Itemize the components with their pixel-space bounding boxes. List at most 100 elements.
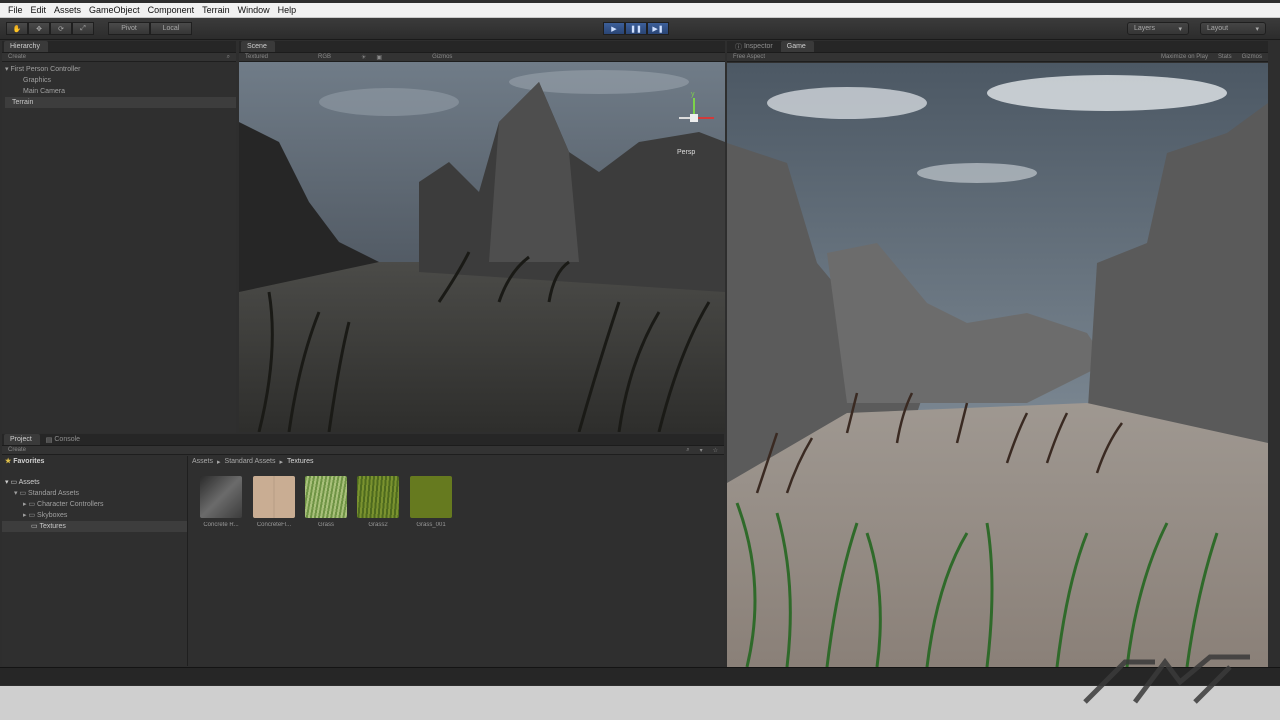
pivot-button[interactable]: Pivot bbox=[108, 22, 150, 35]
folder-row[interactable]: ▸ ▭ Character Controllers bbox=[2, 499, 187, 510]
hierarchy-tabbar: Hierarchy bbox=[2, 41, 236, 53]
game-cloud bbox=[917, 163, 1037, 183]
hierarchy-create-button[interactable]: Create bbox=[8, 54, 26, 60]
filter-icon[interactable]: ▾ bbox=[700, 447, 703, 454]
breadcrumb: Assets ▸ Standard Assets ▸ Textures bbox=[192, 458, 314, 466]
menu-file[interactable]: File bbox=[4, 5, 27, 15]
pause-button[interactable]: ❚❚ bbox=[625, 22, 647, 35]
project-subbar: Create ⌕ ▾ ☆ bbox=[2, 446, 724, 455]
search-icon[interactable]: ⌕ bbox=[227, 54, 230, 61]
folder-icon: ▭ bbox=[31, 523, 38, 530]
tab-game[interactable]: Game bbox=[780, 41, 814, 52]
move-icon: ✥ bbox=[36, 25, 42, 33]
scene-image-icon[interactable]: ▣ bbox=[376, 54, 382, 61]
step-button[interactable]: ▶❚ bbox=[647, 22, 669, 35]
tab-inspector[interactable]: ⓘ Inspector bbox=[729, 41, 781, 52]
maximize-on-play-toggle[interactable]: Maximize on Play bbox=[1161, 54, 1208, 60]
render-mode-dropdown[interactable]: Textured bbox=[245, 54, 268, 60]
game-viewport[interactable] bbox=[727, 63, 1268, 667]
local-button[interactable]: Local bbox=[150, 22, 192, 35]
game-gizmos-dropdown[interactable]: Gizmos bbox=[1242, 54, 1262, 60]
play-icon: ▶ bbox=[611, 25, 617, 33]
menu-gameobject[interactable]: GameObject bbox=[85, 5, 144, 15]
game-cloud bbox=[767, 87, 927, 119]
scene-gizmos-dropdown[interactable]: Gizmos bbox=[432, 54, 452, 60]
folder-icon: ▾ ▭ bbox=[5, 479, 18, 486]
asset-thumbnail bbox=[357, 476, 399, 518]
tab-console[interactable]: ▤ Console bbox=[40, 434, 88, 445]
hierarchy-item[interactable]: Graphics bbox=[5, 75, 236, 86]
tab-scene[interactable]: Scene bbox=[241, 41, 275, 52]
chevron-down-icon: ▾ bbox=[1255, 25, 1259, 33]
assets-root-row[interactable]: ▾ ▭ Assets bbox=[2, 477, 187, 488]
layout-dropdown[interactable]: Layout ▾ bbox=[1200, 22, 1266, 35]
scene-ground bbox=[239, 262, 725, 432]
tab-hierarchy[interactable]: Hierarchy bbox=[4, 41, 48, 52]
watermark-logo bbox=[1083, 654, 1250, 704]
star-icon: ★ bbox=[5, 458, 12, 465]
rotate-tool-button[interactable]: ⟳ bbox=[50, 22, 72, 35]
rotate-icon: ⟳ bbox=[58, 25, 64, 33]
scene-tabbar: Scene bbox=[239, 41, 725, 53]
hierarchy-item[interactable]: Main Camera bbox=[5, 86, 236, 97]
scene-viewport[interactable]: y Persp bbox=[239, 62, 725, 432]
asset-item[interactable]: Concrete R... bbox=[200, 476, 242, 528]
asset-item[interactable]: Grass2 bbox=[357, 476, 399, 528]
chevron-down-icon: ▾ bbox=[1178, 25, 1182, 33]
favorites-row[interactable]: ★ Favorites bbox=[2, 456, 187, 467]
console-icon: ▤ bbox=[45, 436, 53, 444]
scene-subbar: Textured RGB ☀ ▣ Gizmos bbox=[239, 53, 725, 62]
project-panel: Project ▤ Console Create ⌕ ▾ ☆ ★ Favorit… bbox=[2, 434, 724, 666]
info-icon: ⓘ bbox=[735, 43, 742, 51]
project-create-button[interactable]: Create bbox=[8, 447, 26, 453]
scene-cloud bbox=[319, 88, 459, 116]
folder-icon: ▸ ▭ bbox=[23, 501, 36, 508]
scene-panel: Scene Textured RGB ☀ ▣ Gizmos y Persp bbox=[239, 41, 725, 432]
game-panel: ⓘ Inspector Game Free Aspect Maximize on… bbox=[727, 41, 1268, 667]
star-icon[interactable]: ☆ bbox=[713, 447, 718, 454]
menu-component[interactable]: Component bbox=[144, 5, 199, 15]
scale-icon: ⤢ bbox=[80, 24, 86, 32]
asset-thumbnail bbox=[253, 476, 295, 518]
play-button[interactable]: ▶ bbox=[603, 22, 625, 35]
hierarchy-panel: Hierarchy Create ⌕ ▾ First Person Contro… bbox=[2, 41, 236, 433]
folder-icon: ▸ ▭ bbox=[23, 512, 36, 519]
tab-project[interactable]: Project bbox=[4, 434, 40, 445]
asset-thumbnail bbox=[305, 476, 347, 518]
hierarchy-item[interactable]: ▾ First Person Controller bbox=[5, 64, 236, 75]
step-icon: ▶❚ bbox=[652, 25, 664, 33]
menu-edit[interactable]: Edit bbox=[27, 5, 51, 15]
triangle-down-icon: ▾ bbox=[5, 66, 9, 73]
transform-tools: ✋ ✥ ⟳ ⤢ bbox=[6, 22, 94, 35]
scale-tool-button[interactable]: ⤢ bbox=[72, 22, 94, 35]
menu-assets[interactable]: Assets bbox=[50, 5, 85, 15]
hand-icon: ✋ bbox=[12, 25, 22, 33]
menu-window[interactable]: Window bbox=[234, 5, 274, 15]
chevron-right-icon: ▸ bbox=[217, 459, 221, 466]
color-mode-dropdown[interactable]: RGB bbox=[318, 54, 331, 60]
menu-bar: File Edit Assets GameObject Component Te… bbox=[0, 3, 1280, 18]
folder-row[interactable]: ▾ ▭ Standard Assets bbox=[2, 488, 187, 499]
layers-dropdown[interactable]: Layers ▾ bbox=[1127, 22, 1189, 35]
menu-terrain[interactable]: Terrain bbox=[198, 5, 234, 15]
asset-thumbnail bbox=[410, 476, 452, 518]
folder-row[interactable]: ▭ Textures bbox=[2, 521, 187, 532]
aspect-dropdown[interactable]: Free Aspect bbox=[733, 54, 765, 60]
stats-toggle[interactable]: Stats bbox=[1218, 54, 1232, 60]
asset-item[interactable]: ConcreteFl... bbox=[253, 476, 295, 528]
hand-tool-button[interactable]: ✋ bbox=[6, 22, 28, 35]
move-tool-button[interactable]: ✥ bbox=[28, 22, 50, 35]
main-toolbar: ✋ ✥ ⟳ ⤢ Pivot Local ▶ ❚❚ ▶❚ Layers ▾ Layo… bbox=[0, 18, 1280, 40]
pause-icon: ❚❚ bbox=[630, 25, 642, 33]
scene-lighting-icon[interactable]: ☀ bbox=[361, 54, 366, 61]
folder-icon: ▾ ▭ bbox=[14, 490, 27, 497]
pivot-toggles: Pivot Local bbox=[108, 22, 192, 35]
folder-row[interactable]: ▸ ▭ Skyboxes bbox=[2, 510, 187, 521]
asset-item[interactable]: Grass bbox=[305, 476, 347, 528]
hierarchy-item[interactable]: Terrain bbox=[5, 97, 236, 108]
menu-help[interactable]: Help bbox=[274, 5, 301, 15]
search-icon[interactable]: ⌕ bbox=[686, 447, 689, 454]
hierarchy-subbar: Create ⌕ bbox=[2, 53, 236, 62]
persp-label: Persp bbox=[677, 149, 695, 156]
asset-item[interactable]: Grass_001 bbox=[410, 476, 452, 528]
